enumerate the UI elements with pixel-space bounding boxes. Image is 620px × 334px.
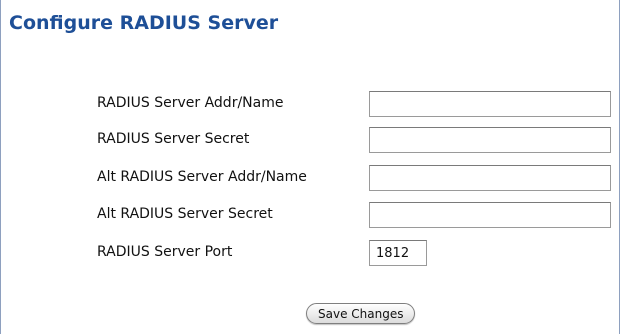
server-secret-label: RADIUS Server Secret bbox=[97, 131, 250, 147]
alt-server-secret-row: Alt RADIUS Server Secret bbox=[97, 202, 617, 230]
alt-server-addr-input[interactable] bbox=[369, 165, 611, 191]
server-secret-input[interactable] bbox=[369, 127, 611, 153]
save-changes-button[interactable]: Save Changes bbox=[306, 303, 416, 324]
server-addr-label: RADIUS Server Addr/Name bbox=[97, 95, 284, 111]
alt-server-secret-input[interactable] bbox=[369, 202, 611, 228]
server-addr-row: RADIUS Server Addr/Name bbox=[97, 91, 617, 119]
server-secret-row: RADIUS Server Secret bbox=[97, 127, 617, 155]
radius-config-panel: Configure RADIUS Server RADIUS Server Ad… bbox=[0, 0, 620, 334]
page-title: Configure RADIUS Server bbox=[9, 12, 279, 34]
server-addr-input[interactable] bbox=[369, 91, 611, 117]
server-port-row: RADIUS Server Port bbox=[97, 240, 617, 268]
alt-server-addr-label: Alt RADIUS Server Addr/Name bbox=[97, 169, 307, 185]
server-port-label: RADIUS Server Port bbox=[97, 244, 233, 260]
alt-server-addr-row: Alt RADIUS Server Addr/Name bbox=[97, 165, 617, 193]
alt-server-secret-label: Alt RADIUS Server Secret bbox=[97, 206, 273, 222]
server-port-input[interactable] bbox=[369, 240, 427, 266]
